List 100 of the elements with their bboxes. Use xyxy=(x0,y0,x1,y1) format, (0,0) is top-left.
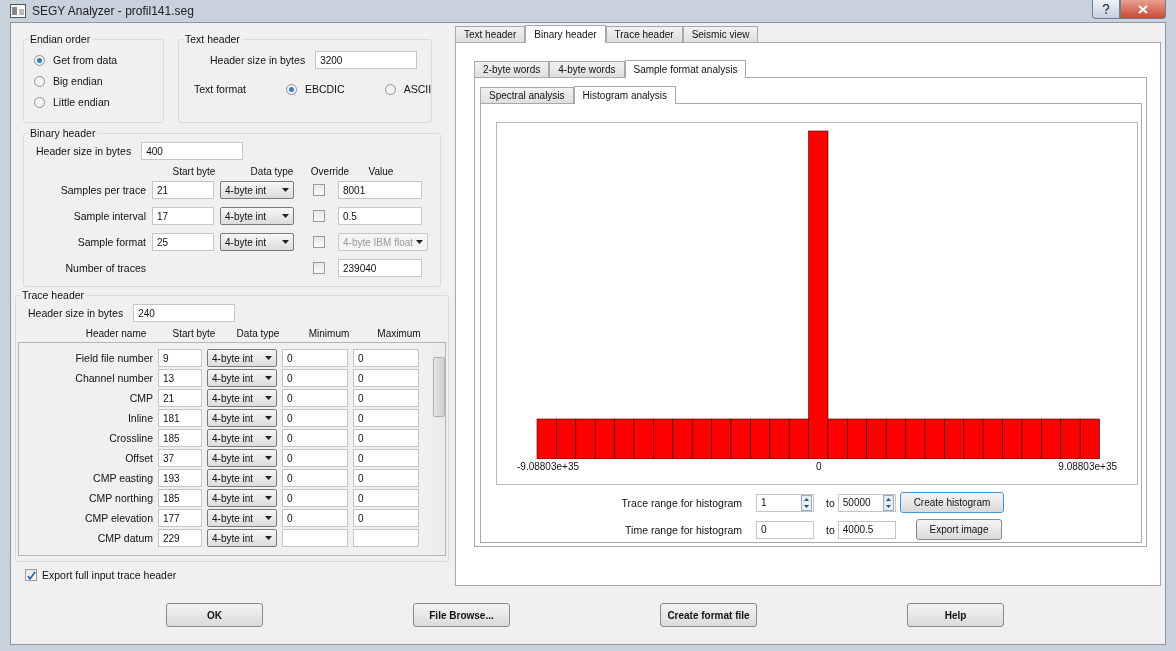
input-field[interactable]: 229 xyxy=(158,529,202,547)
spin-box[interactable]: 1 xyxy=(756,493,814,512)
checkbox[interactable] xyxy=(25,569,37,581)
close-button[interactable] xyxy=(1120,0,1166,19)
input-field[interactable]: 0 xyxy=(353,509,419,527)
radio-button[interactable] xyxy=(384,83,396,95)
input-field[interactable]: 0 xyxy=(353,369,419,387)
dropdown[interactable]: 4-byte int xyxy=(207,489,277,507)
input-field[interactable]: 0 xyxy=(282,389,348,407)
input-field[interactable]: 0 xyxy=(282,489,348,507)
input-field[interactable]: 0 xyxy=(353,349,419,367)
histogram-bar xyxy=(750,418,771,459)
input-field[interactable]: 0 xyxy=(353,489,419,507)
row-label: Channel number xyxy=(74,372,153,384)
input-field[interactable]: 0 xyxy=(353,389,419,407)
input-field[interactable]: 185 xyxy=(158,429,202,447)
scrollbar[interactable] xyxy=(432,343,445,555)
dropdown[interactable]: 4-byte int xyxy=(207,369,277,387)
dropdown[interactable]: 4-byte int xyxy=(220,181,294,199)
dropdown[interactable]: 4-byte int xyxy=(207,429,277,447)
input-field[interactable]: 239040 xyxy=(338,259,422,277)
help-button[interactable] xyxy=(1092,0,1120,19)
dropdown[interactable]: 4-byte int xyxy=(220,233,294,251)
input-field[interactable]: 21 xyxy=(158,389,202,407)
input-field[interactable]: 0 xyxy=(353,409,419,427)
axis-label: -9.08803e+35 xyxy=(517,461,579,472)
tab[interactable]: Binary header xyxy=(525,25,606,43)
radio-button[interactable] xyxy=(34,75,45,87)
input-field[interactable]: 25 xyxy=(152,233,214,251)
input-field[interactable]: 37 xyxy=(158,449,202,467)
button[interactable]: Export image xyxy=(916,519,1002,540)
input-field[interactable]: 21 xyxy=(152,181,214,199)
input-field[interactable]: 240 xyxy=(133,304,236,322)
dropdown[interactable]: 4-byte int xyxy=(207,509,277,527)
input-field[interactable]: 17 xyxy=(152,207,214,225)
input-field[interactable]: 0 xyxy=(282,409,348,427)
checkbox[interactable] xyxy=(313,262,325,274)
input-field[interactable]: 9 xyxy=(158,349,202,367)
tab[interactable]: 2-byte words xyxy=(474,61,550,77)
input-field[interactable]: 0 xyxy=(282,469,348,487)
dropdown[interactable]: 4-byte int xyxy=(207,389,277,407)
checkbox[interactable] xyxy=(313,184,325,196)
input-field[interactable]: 177 xyxy=(158,509,202,527)
input-field[interactable] xyxy=(353,529,419,547)
input-field[interactable]: 0 xyxy=(282,349,348,367)
caret-icon xyxy=(265,536,272,540)
spin-box[interactable]: 50000 xyxy=(837,493,896,512)
checkbox[interactable] xyxy=(313,236,325,248)
caret-icon xyxy=(265,516,272,520)
input-field[interactable]: 181 xyxy=(158,409,202,427)
tab[interactable]: Text header xyxy=(455,26,526,42)
radio-button[interactable] xyxy=(34,54,45,66)
input-field[interactable]: 0 xyxy=(282,429,348,447)
button[interactable]: Help xyxy=(907,603,1004,627)
input-field[interactable]: 8001 xyxy=(338,181,422,199)
button[interactable]: File Browse... xyxy=(413,603,510,627)
row-label: CMP elevation xyxy=(83,512,153,524)
input-field[interactable]: 0 xyxy=(282,449,348,467)
input-field[interactable]: 0 xyxy=(282,509,348,527)
checkbox[interactable] xyxy=(313,210,325,222)
input-field[interactable]: 0 xyxy=(353,429,419,447)
spin-box[interactable]: 4000.5 xyxy=(837,520,896,539)
dropdown[interactable]: 4-byte int xyxy=(207,449,277,467)
histogram-bar xyxy=(866,418,887,459)
input-field[interactable]: 193 xyxy=(158,469,202,487)
input-field[interactable]: 3200 xyxy=(315,51,418,69)
button[interactable]: Create format file xyxy=(660,603,757,627)
dropdown[interactable]: 4-byte int xyxy=(220,207,294,225)
tab[interactable]: Seismic view xyxy=(682,26,759,42)
tab[interactable]: 4-byte words xyxy=(549,61,625,77)
row-label: Number of traces xyxy=(64,262,146,274)
radio-button[interactable] xyxy=(34,96,45,108)
input-field[interactable]: 0.5 xyxy=(338,207,422,225)
dropdown[interactable]: 4-byte int xyxy=(207,409,277,427)
spin-box[interactable]: 0 xyxy=(756,520,814,539)
input-field[interactable]: 400 xyxy=(141,142,244,160)
tab[interactable]: Sample format analysis xyxy=(624,60,747,78)
button[interactable]: Create histogram xyxy=(900,492,1004,513)
dropdown[interactable]: 4-byte int xyxy=(207,349,277,367)
dropdown[interactable]: 4-byte int xyxy=(207,529,277,547)
field-label: Header size in bytes xyxy=(28,307,124,319)
tab[interactable]: Spectral analysis xyxy=(480,87,574,103)
input-field[interactable] xyxy=(282,529,348,547)
input-field[interactable]: 0 xyxy=(353,449,419,467)
radio-label: Get from data xyxy=(53,54,118,66)
spinner-icon[interactable] xyxy=(882,494,894,511)
caret-icon xyxy=(265,416,272,420)
dropdown[interactable]: 4-byte int xyxy=(207,469,277,487)
radio-button[interactable] xyxy=(285,83,297,95)
input-field[interactable]: 0 xyxy=(282,369,348,387)
tab[interactable]: Trace header xyxy=(605,26,683,42)
input-field[interactable]: 185 xyxy=(158,489,202,507)
window-title: SEGY Analyzer - profil141.seg xyxy=(32,4,194,18)
input-field[interactable]: 0 xyxy=(353,469,419,487)
row-label: CMP northing xyxy=(88,492,153,504)
button[interactable]: OK xyxy=(166,603,263,627)
spinner-icon[interactable] xyxy=(801,494,812,511)
input-field[interactable]: 13 xyxy=(158,369,202,387)
tab[interactable]: Histogram analysis xyxy=(573,86,677,104)
field-label: to xyxy=(826,496,835,509)
